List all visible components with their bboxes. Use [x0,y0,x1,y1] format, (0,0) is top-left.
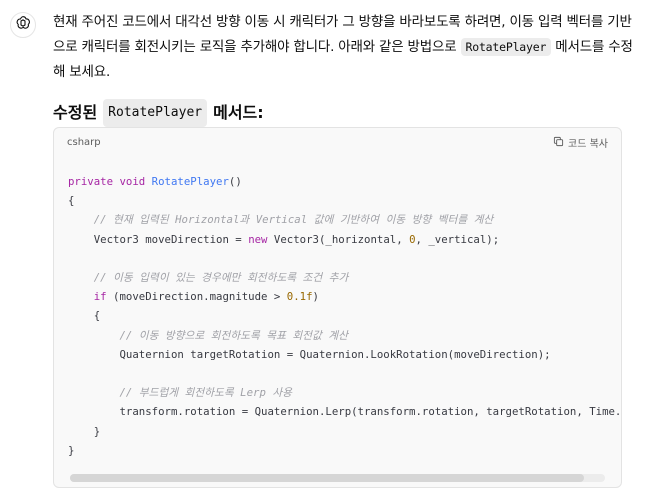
heading-inline-code: RotatePlayer [103,99,208,127]
code-keyword: if [93,290,107,304]
code-content: private void RotatePlayer() { // 현재 입력된 … [68,172,622,460]
code-text: (moveDirection.magnitude > [106,290,287,304]
code-function-name: RotatePlayer [151,175,229,188]
code-number: 0.1f [286,290,313,304]
code-text: } [68,443,75,457]
code-keyword: private [68,175,114,188]
heading-prefix: 수정된 [53,103,98,122]
scrollbar-thumb[interactable] [70,474,584,482]
assistant-message: 현재 주어진 코드에서 대각선 방향 이동 시 캐릭터가 그 방향을 바라보도록… [53,10,633,127]
horizontal-scrollbar[interactable] [70,474,605,482]
code-language-label: csharp [67,137,101,148]
code-text: Quaternion targetRotation = Quaternion.L… [119,347,551,361]
section-heading: 수정된 RotatePlayer 메서드: [53,99,633,127]
code-keyword: void [119,175,146,188]
code-block: csharp 코드 복사 private void RotatePlayer()… [53,127,622,488]
code-text: () [228,175,242,188]
code-comment: // 현재 입력된 Horizontal과 Vertical 값에 기반하여 이… [93,213,494,227]
code-text: { [68,194,75,208]
code-comment: // 부드럽게 회전하도록 Lerp 사용 [119,386,292,400]
copy-code-button[interactable]: 코드 복사 [553,135,608,150]
code-keyword: new [248,232,268,246]
code-comment: // 이동 방향으로 회전하도록 목표 회전값 계산 [119,328,348,342]
code-text: { [93,309,101,323]
intro-paragraph: 현재 주어진 코드에서 대각선 방향 이동 시 캐릭터가 그 방향을 바라보도록… [53,10,633,85]
code-comment: // 이동 입력이 있는 경우에만 회전하도록 조건 추가 [93,271,349,285]
code-text: Vector3(_horizontal, [267,232,410,246]
copy-code-label: 코드 복사 [568,139,608,150]
code-text: , _vertical); [415,232,500,246]
copy-icon [553,136,564,150]
heading-suffix: 메서드: [213,103,264,122]
code-header: csharp 코드 복사 [54,128,621,158]
code-text: transform.rotation = Quaternion.Lerp(tra… [119,405,622,419]
code-text: } [93,424,101,438]
inline-code: RotatePlayer [460,38,552,56]
code-text: Vector3 moveDirection = [93,232,249,246]
assistant-avatar [10,12,36,38]
assistant-logo-icon [15,15,31,35]
code-text: ) [312,290,319,304]
